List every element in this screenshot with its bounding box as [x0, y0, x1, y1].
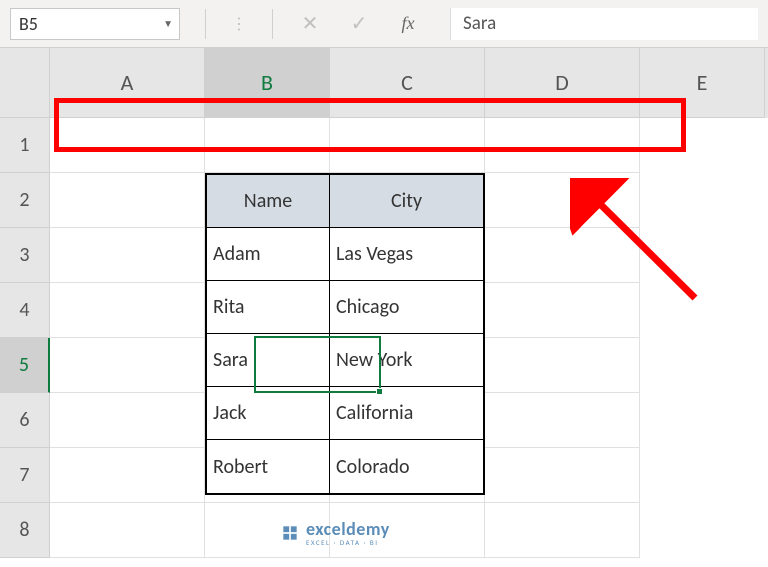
formula-value: Sara — [463, 12, 496, 35]
enter-icon[interactable]: ✓ — [347, 12, 371, 36]
column-header-c[interactable]: C — [330, 48, 485, 118]
column-header-e[interactable]: E — [640, 48, 765, 118]
data-table: Name City Adam Las Vegas Rita Chicago Sa… — [205, 173, 485, 495]
watermark: exceldemy EXCEL · DATA · BI — [280, 518, 390, 547]
table-cell[interactable]: Chicago — [330, 281, 483, 334]
column-headers: A B C D E — [50, 48, 768, 118]
column-header-b[interactable]: B — [205, 48, 330, 118]
table-header-name[interactable]: Name — [207, 175, 330, 228]
table-cell[interactable]: Colorado — [330, 440, 483, 493]
column-header-d[interactable]: D — [485, 48, 640, 118]
row-header-1[interactable]: 1 — [0, 118, 50, 173]
table-cell[interactable]: Jack — [207, 387, 330, 440]
sheet-area: A B C D E 1 2 3 4 5 6 7 8 — [0, 48, 768, 558]
divider — [272, 9, 273, 39]
table-cell[interactable]: Rita — [207, 281, 330, 334]
table-cell[interactable]: Adam — [207, 228, 330, 281]
column-header-a[interactable]: A — [50, 48, 205, 118]
formula-input[interactable]: Sara — [450, 8, 758, 40]
name-box-value: B5 — [19, 13, 38, 35]
logo-icon — [280, 523, 300, 543]
name-box[interactable]: B5 ▼ — [10, 8, 180, 40]
row-header-8[interactable]: 8 — [0, 503, 50, 558]
table-cell[interactable]: California — [330, 387, 483, 440]
select-all-corner[interactable] — [0, 48, 50, 118]
watermark-text: exceldemy — [306, 518, 390, 540]
dropdown-icon[interactable]: ▼ — [163, 17, 173, 30]
fx-icon[interactable]: fx — [396, 12, 420, 36]
row-headers: 1 2 3 4 5 6 7 8 — [0, 118, 50, 558]
row-header-3[interactable]: 3 — [0, 228, 50, 283]
divider — [205, 9, 206, 39]
row-header-6[interactable]: 6 — [0, 393, 50, 448]
table-cell[interactable]: Robert — [207, 440, 330, 493]
table-cell[interactable]: Las Vegas — [330, 228, 483, 281]
table-header-city[interactable]: City — [330, 175, 483, 228]
arrow-annotation — [570, 178, 710, 323]
row-header-2[interactable]: 2 — [0, 173, 50, 228]
row-header-7[interactable]: 7 — [0, 448, 50, 503]
cancel-icon[interactable]: ✕ — [298, 12, 322, 36]
watermark-sub: EXCEL · DATA · BI — [306, 538, 390, 547]
formula-buttons: ⋮ ✕ ✓ fx — [216, 9, 435, 39]
vertical-dots-icon[interactable]: ⋮ — [231, 14, 247, 34]
row-header-4[interactable]: 4 — [0, 283, 50, 338]
table-cell[interactable]: Sara — [207, 334, 330, 387]
table-cell[interactable]: New York — [330, 334, 483, 387]
row-header-5[interactable]: 5 — [0, 338, 50, 393]
formula-bar: B5 ▼ ⋮ ✕ ✓ fx Sara — [0, 0, 768, 48]
